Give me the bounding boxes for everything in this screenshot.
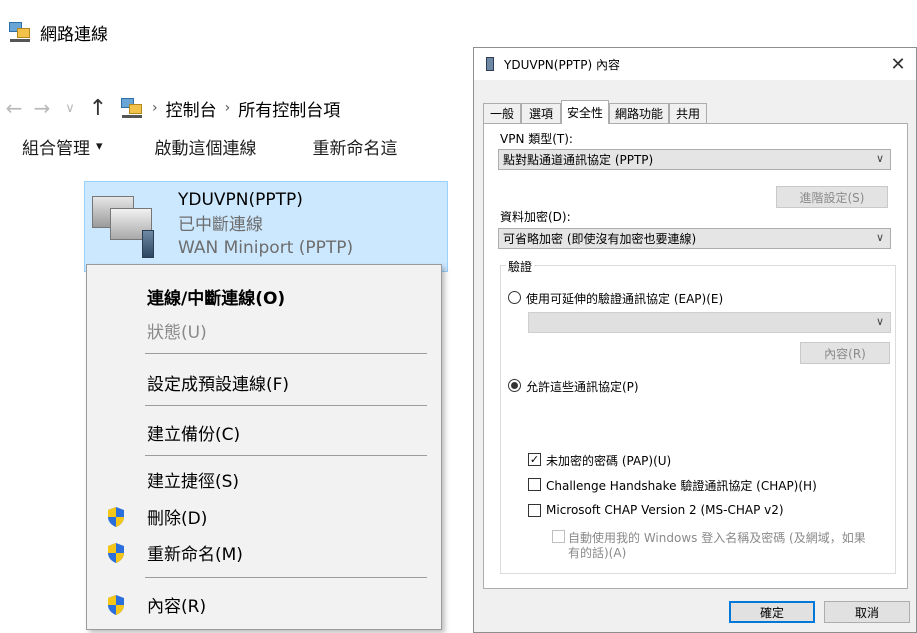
rename-connection-button[interactable]: 重新命名這 [313,134,398,159]
network-connections-icon [8,21,32,43]
chevron-down-icon: ▾ [96,138,103,154]
control-panel-icon [120,97,144,119]
eap-radio-label: 使用可延伸的驗證通訊協定 (EAP)(E) [526,292,724,306]
breadcrumb-separator-icon: › [224,100,231,116]
menu-item-properties[interactable]: 內容(R) [87,587,441,621]
back-arrow-icon[interactable]: ← [0,94,28,122]
dialog-title-bar[interactable]: YDUVPN(PPTP) 內容 ✕ [474,48,916,80]
menu-item-label: 重新命名(M) [147,544,243,565]
breadcrumb-control-panel[interactable]: 控制台 [166,96,217,121]
recent-locations-chevron-icon[interactable]: ∨ [56,94,84,122]
menu-item-label: 刪除(D) [147,508,208,529]
mschap-checkbox[interactable] [528,504,541,517]
vpn-connection-icon [486,57,494,71]
menu-item-status[interactable]: 狀態(U) [87,313,441,347]
menu-item-set-default[interactable]: 設定成預設連線(F) [87,365,441,399]
organize-label: 組合管理 [22,138,90,159]
encryption-select[interactable]: 可省略加密 (即使沒有加密也要連線) ∨ [498,228,891,249]
organize-button[interactable]: 組合管理 ▾ [22,134,103,159]
up-arrow-icon[interactable]: ↑ [84,94,112,122]
chevron-down-icon: ∨ [875,152,884,165]
encryption-value: 可省略加密 (即使沒有加密也要連線) [503,232,697,246]
properties-dialog: YDUVPN(PPTP) 內容 ✕ 一般 選項 安全性 網路功能 共用 VPN … [473,47,917,633]
forward-arrow-icon[interactable]: → [28,94,56,122]
encryption-label: 資料加密(D): [500,210,571,224]
mschap-label: Microsoft CHAP Version 2 (MS-CHAP v2) [546,503,784,517]
menu-item-label: 狀態(U) [147,322,207,343]
menu-item-label: 建立備份(C) [147,424,241,445]
command-bar: 組合管理 ▾ 啟動這個連線 重新命名這 [0,130,398,162]
menu-item-label: 連線/中斷連線(O) [147,288,286,309]
connection-name: YDUVPN(PPTP) [178,190,303,210]
auto-windows-credentials-label-line2: 有的話)(A) [568,546,627,560]
tab-networking[interactable]: 網路功能 [609,103,669,123]
menu-item-rename[interactable]: 重新命名(M) [87,535,441,569]
start-connection-button[interactable]: 啟動這個連線 [155,134,257,159]
window-title-bar: 網路連線 [8,20,108,45]
vpn-type-label: VPN 類型(T): [500,132,573,146]
menu-separator [145,455,427,456]
ok-button[interactable]: 確定 [729,601,815,623]
uac-shield-icon [108,595,124,615]
close-icon[interactable]: ✕ [880,48,916,80]
menu-separator [145,405,427,406]
navigation-bar: ← → ∨ ↑ › 控制台 › 所有控制台項 [0,88,341,128]
tab-general[interactable]: 一般 [483,103,521,123]
allow-protocols-label: 允許這些通訊協定(P) [526,380,639,394]
menu-item-label: 建立捷徑(S) [147,471,240,492]
pap-label: 未加密的密碼 (PAP)(U) [546,454,672,468]
uac-shield-icon [108,543,124,563]
breadcrumb-all-control-panel-items[interactable]: 所有控制台項 [238,96,340,121]
pap-checkbox[interactable]: ✓ [528,453,541,466]
chap-checkbox[interactable] [528,478,541,491]
vpn-connection-icon [92,190,162,260]
menu-item-connect-disconnect[interactable]: 連線/中斷連線(O) [87,279,441,313]
address-bar[interactable]: › 控制台 › 所有控制台項 [120,96,340,121]
menu-item-label: 設定成預設連線(F) [147,374,290,395]
connection-status: 已中斷連線 [178,215,263,235]
chevron-down-icon: ∨ [875,231,884,244]
advanced-settings-button[interactable]: 進階設定(S) [776,186,888,208]
menu-item-label: 內容(R) [147,596,207,617]
connection-device: WAN Miniport (PPTP) [178,238,354,258]
allow-protocols-radio[interactable] [508,379,521,392]
vpn-type-select[interactable]: 點對點通道通訊協定 (PPTP) ∨ [498,149,891,170]
menu-separator [145,577,427,578]
auto-windows-credentials-checkbox[interactable] [552,530,565,543]
tab-options[interactable]: 選項 [521,103,561,123]
menu-item-create-shortcut[interactable]: 建立捷徑(S) [87,462,441,496]
context-menu: 連線/中斷連線(O) 狀態(U) 設定成預設連線(F) 建立備份(C) 建立捷徑… [86,264,442,630]
tab-security[interactable]: 安全性 [561,100,609,124]
eap-radio[interactable] [508,291,521,304]
menu-separator [145,353,427,354]
tab-sharing[interactable]: 共用 [669,103,707,123]
chevron-down-icon: ∨ [875,315,884,328]
menu-item-delete[interactable]: 刪除(D) [87,499,441,533]
dialog-title: YDUVPN(PPTP) 內容 [504,57,620,72]
uac-shield-icon [108,507,124,527]
authentication-group-label: 驗證 [506,258,535,275]
cancel-button[interactable]: 取消 [824,601,910,623]
vpn-type-value: 點對點通道通訊協定 (PPTP) [503,153,654,167]
breadcrumb-separator-icon: › [152,100,158,116]
chap-label: Challenge Handshake 驗證通訊協定 (CHAP)(H) [546,479,817,493]
eap-properties-button[interactable]: 內容(R) [800,342,890,364]
menu-item-create-copy[interactable]: 建立備份(C) [87,415,441,449]
eap-method-select[interactable]: ∨ [528,312,891,333]
window-title: 網路連線 [40,24,108,45]
